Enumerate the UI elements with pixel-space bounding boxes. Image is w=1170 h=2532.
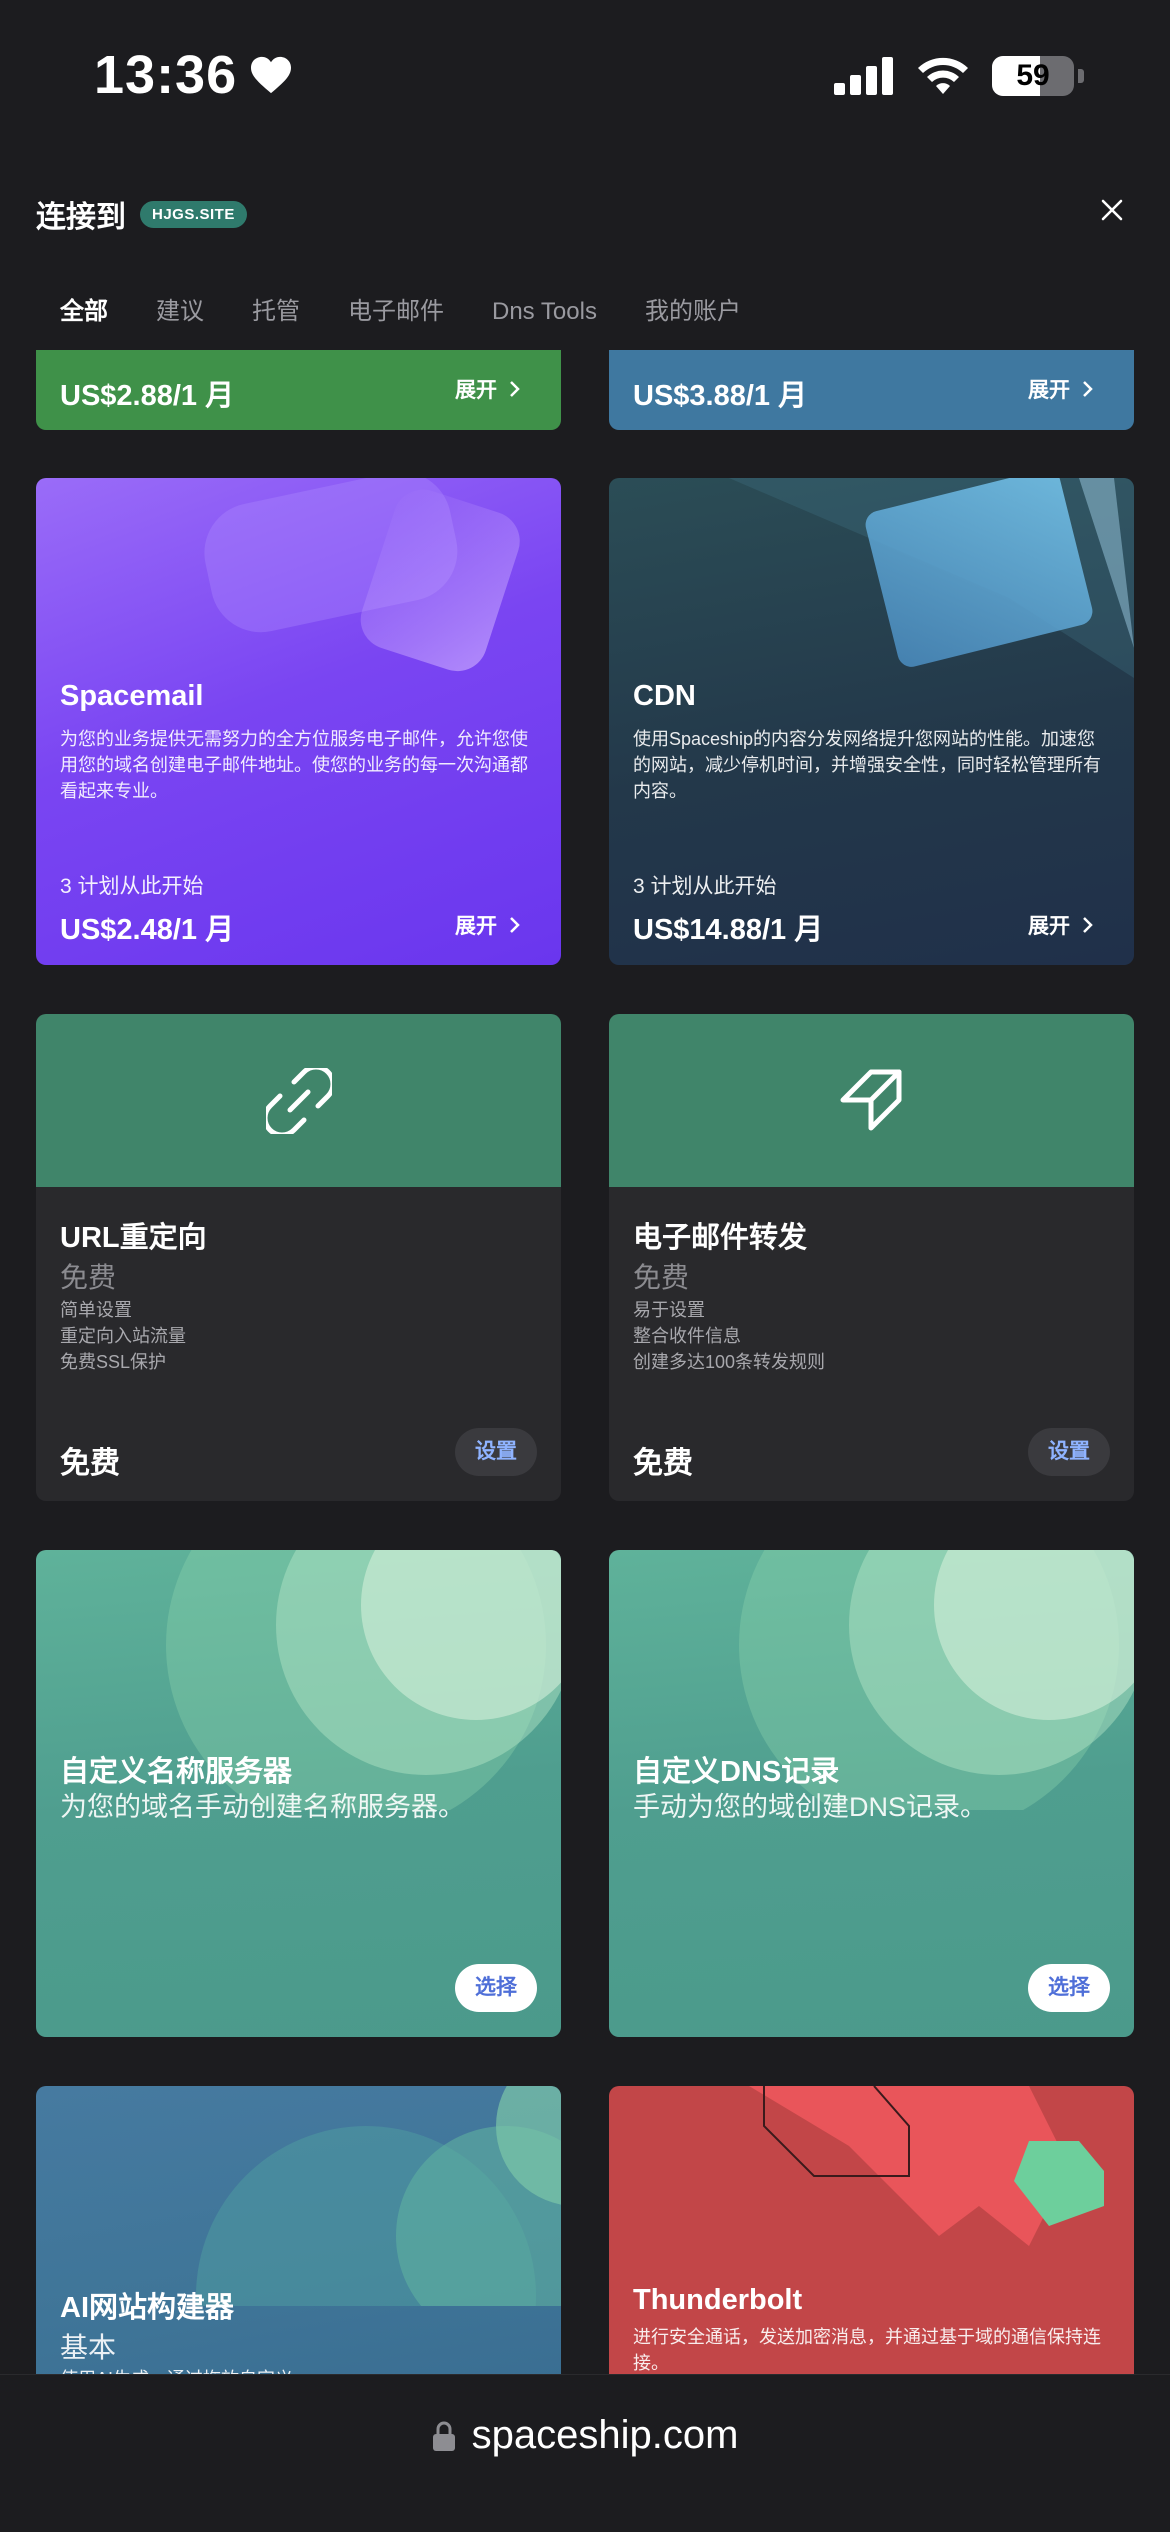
- feature-item: 简单设置: [60, 1300, 132, 1320]
- cellular-signal-icon: [834, 57, 893, 95]
- tab-hosting[interactable]: 托管: [228, 290, 324, 336]
- email-forward-icon: [840, 1069, 901, 1130]
- expand-button[interactable]: 展开: [1028, 374, 1094, 404]
- tab-suggested[interactable]: 建议: [132, 290, 228, 336]
- tab-email[interactable]: 电子邮件: [324, 290, 468, 336]
- product-title: 自定义名称服务器: [60, 1756, 293, 1788]
- product-description: 使用AI生成，通过拖放自定义: [60, 2366, 537, 2374]
- status-bar: 13:36 59: [0, 0, 1170, 150]
- chevron-right-icon: [510, 381, 520, 397]
- product-price: US$14.88/1 月: [633, 914, 824, 946]
- product-price: US$2.48/1 月: [60, 914, 235, 946]
- product-subtitle: 免费: [60, 1262, 117, 1293]
- ai-builder-decoration: [196, 2086, 561, 2306]
- plans-count: 3 计划从此开始: [633, 875, 777, 898]
- chevron-right-icon: [510, 917, 520, 933]
- url-redirect-card[interactable]: URL重定向 免费 简单设置 重定向入站流量 免费SSL保护 免费 设置: [36, 1014, 561, 1501]
- close-icon: [1101, 199, 1123, 221]
- product-title: 自定义DNS记录: [633, 1756, 840, 1788]
- product-card-top-right[interactable]: US$3.88/1 月 展开: [609, 350, 1134, 430]
- connect-header: 连接到 HJGS.SITE 全部 建议 托管 电子邮件 Dns Tools 我的…: [0, 150, 1170, 350]
- feature-header: [609, 1014, 1134, 1187]
- battery-icon: 59: [992, 56, 1074, 96]
- expand-button[interactable]: 展开: [455, 374, 521, 404]
- expand-label: 展开: [1028, 915, 1070, 938]
- url-text: spaceship.com: [471, 2413, 739, 2457]
- product-subtitle: 基本: [60, 2332, 117, 2363]
- lock-icon: [432, 2421, 455, 2451]
- connect-title: 连接到: [36, 201, 126, 234]
- product-price: 免费: [60, 1447, 120, 1480]
- feature-item: 整合收件信息: [633, 1326, 741, 1346]
- heart-icon: [251, 56, 292, 94]
- product-price: US$3.88/1 月: [633, 380, 808, 412]
- expand-label: 展开: [455, 379, 497, 402]
- tab-dns-tools[interactable]: Dns Tools: [468, 290, 621, 336]
- products-grid: US$2.88/1 月 展开 US$3.88/1 月 展开 Spacemail …: [0, 350, 1170, 2374]
- wifi-icon: [918, 57, 968, 94]
- product-price: US$2.88/1 月: [60, 380, 235, 412]
- feature-item: 重定向入站流量: [60, 1326, 186, 1346]
- battery-level: 59: [1016, 59, 1050, 92]
- product-description: 为您的业务提供无需努力的全方位服务电子邮件，允许您使用您的域名创建电子邮件地址。…: [60, 729, 528, 801]
- email-forwarding-card[interactable]: 电子邮件转发 免费 易于设置 整合收件信息 创建多达100条转发规则 免费 设置: [609, 1014, 1134, 1501]
- setup-button[interactable]: 设置: [1028, 1428, 1110, 1476]
- feature-item: 免费SSL保护: [60, 1352, 167, 1372]
- product-title: URL重定向: [60, 1222, 207, 1254]
- connect-title-row: 连接到 HJGS.SITE: [36, 192, 247, 236]
- tab-all[interactable]: 全部: [36, 290, 132, 336]
- product-title: Thunderbolt: [633, 2284, 803, 2316]
- domain-badge: HJGS.SITE: [140, 200, 247, 228]
- product-title: Spacemail: [60, 680, 204, 712]
- feature-item: 创建多达100条转发规则: [633, 1352, 826, 1372]
- link-icon: [265, 1067, 332, 1134]
- time-text: 13:36: [94, 45, 238, 105]
- product-title: AI网站构建器: [60, 2292, 235, 2324]
- status-indicators: 59: [834, 56, 1084, 96]
- product-price: 免费: [633, 1447, 693, 1480]
- close-button[interactable]: [1090, 188, 1134, 232]
- select-button[interactable]: 选择: [455, 1964, 537, 2012]
- select-button[interactable]: 选择: [1028, 1964, 1110, 2012]
- spacemail-decoration: [204, 478, 520, 672]
- setup-button[interactable]: 设置: [455, 1428, 537, 1476]
- expand-button[interactable]: 展开: [1028, 910, 1094, 940]
- feature-header: [36, 1014, 561, 1187]
- browser-url-bar[interactable]: spaceship.com: [0, 2374, 1170, 2532]
- expand-button[interactable]: 展开: [455, 910, 521, 940]
- expand-label: 展开: [1028, 379, 1070, 402]
- ai-builder-card[interactable]: AI网站构建器 基本 使用AI生成，通过拖放自定义: [36, 2086, 561, 2374]
- cdn-card[interactable]: CDN 使用Spaceship的内容分发网络提升您网站的性能。加速您的网站，减少…: [609, 478, 1134, 965]
- url-display[interactable]: spaceship.com: [0, 2413, 1170, 2458]
- product-title: CDN: [633, 680, 696, 712]
- product-description: 手动为您的域创建DNS记录。: [633, 1792, 988, 1822]
- product-title: 电子邮件转发: [633, 1222, 808, 1254]
- product-description: 进行安全通话，发送加密消息，并通过基于域的通信保持连接。: [633, 2327, 1101, 2373]
- custom-dns-card[interactable]: 自定义DNS记录 手动为您的域创建DNS记录。 选择: [609, 1550, 1134, 2037]
- cdn-decoration: [729, 478, 1134, 678]
- category-tabs: 全部 建议 托管 电子邮件 Dns Tools 我的账户: [36, 290, 765, 336]
- status-time: 13:36: [94, 44, 293, 106]
- custom-nameservers-card[interactable]: 自定义名称服务器 为您的域名手动创建名称服务器。 选择: [36, 1550, 561, 2037]
- spacemail-card[interactable]: Spacemail 为您的业务提供无需努力的全方位服务电子邮件，允许您使用您的域…: [36, 478, 561, 965]
- chevron-right-icon: [1083, 381, 1093, 397]
- product-subtitle: 免费: [633, 1262, 690, 1293]
- tab-my-account[interactable]: 我的账户: [621, 290, 765, 336]
- feature-item: 易于设置: [633, 1300, 705, 1320]
- product-description: 使用Spaceship的内容分发网络提升您网站的性能。加速您的网站，减少停机时间…: [633, 729, 1101, 801]
- thunderbolt-decoration: [749, 2086, 1104, 2246]
- expand-label: 展开: [455, 915, 497, 938]
- battery-cap: [1078, 69, 1084, 83]
- product-description: 为您的域名手动创建名称服务器。: [60, 1792, 465, 1822]
- product-card-top-left[interactable]: US$2.88/1 月 展开: [36, 350, 561, 430]
- thunderbolt-card[interactable]: Thunderbolt 进行安全通话，发送加密消息，并通过基于域的通信保持连接。: [609, 2086, 1134, 2374]
- plans-count: 3 计划从此开始: [60, 875, 204, 898]
- chevron-right-icon: [1083, 917, 1093, 933]
